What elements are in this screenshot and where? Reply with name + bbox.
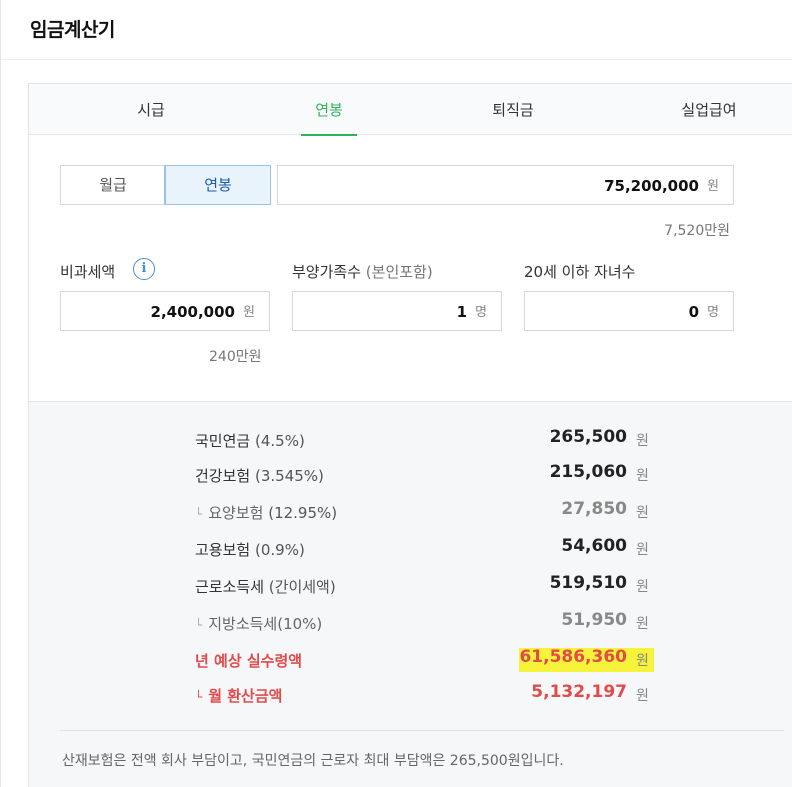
dependents-label: 부양가족수 (본인포함) xyxy=(292,261,433,282)
label-text: 요양보험 xyxy=(208,504,264,522)
nontax-note: 240만원 xyxy=(209,349,262,365)
result-unit: 원 xyxy=(636,688,649,704)
sub-item-corner-icon: └ xyxy=(195,507,203,521)
yearly-option[interactable]: 연봉 xyxy=(164,165,271,205)
nontax-label: 비과세액 xyxy=(60,261,115,282)
tab-annual[interactable]: 연봉 xyxy=(301,84,357,136)
result-unit: 원 xyxy=(636,653,649,669)
salary-unit: 원 xyxy=(707,179,719,194)
label-text: 월 환산금액 xyxy=(208,687,283,705)
dependents-unit: 명 xyxy=(475,305,487,320)
nontax-unit: 원 xyxy=(243,305,255,320)
result-row-longterm-care: └ 요양보험 (12.95%) 27,850 원 xyxy=(29,497,792,527)
result-label: 국민연금 (4.5%) xyxy=(195,430,305,451)
calculator-card: 시급 연봉 퇴직금 실업급여 월급 연봉 75,200,000 원 7,520만… xyxy=(28,83,792,787)
frame-border xyxy=(0,0,1,60)
children-label: 20세 이하 자녀수 xyxy=(524,261,635,282)
salary-value: 75,200,000 xyxy=(604,177,699,195)
result-label: └ 지방소득세(10%) xyxy=(195,613,322,634)
dependents-value: 1 xyxy=(456,303,467,321)
info-icon[interactable]: i xyxy=(133,258,155,280)
tab-unemployment[interactable]: 실업급여 xyxy=(634,84,784,135)
result-unit: 원 xyxy=(636,505,649,521)
result-row-income-tax: 근로소득세 (간이세액) 519,510 원 xyxy=(29,571,792,601)
result-value: 5,132,197 xyxy=(531,682,627,702)
children-input[interactable]: 0 명 xyxy=(524,291,734,331)
label-text: 고용보험 xyxy=(195,541,251,559)
result-unit: 원 xyxy=(636,542,649,558)
tab-severance[interactable]: 퇴직금 xyxy=(453,84,573,135)
result-value: 51,950 xyxy=(561,610,627,630)
result-value: 265,500 xyxy=(549,427,627,447)
result-value: 61,586,360 xyxy=(519,647,627,667)
children-value: 0 xyxy=(688,303,699,321)
children-unit: 명 xyxy=(707,305,719,320)
result-label: 건강보험 (3.545%) xyxy=(195,465,324,486)
sub-item-corner-icon: └ xyxy=(195,690,203,704)
rate-text: (간이세액) xyxy=(268,578,336,596)
result-label: 고용보험 (0.9%) xyxy=(195,539,305,560)
result-unit: 원 xyxy=(636,468,649,484)
monthly-option[interactable]: 월급 xyxy=(61,166,165,204)
rate-text: (12.95%) xyxy=(268,504,338,522)
label-text: 지방소득세(10%) xyxy=(208,615,323,633)
label-text: 건강보험 xyxy=(195,467,251,485)
footnote-divider xyxy=(60,730,784,731)
footnote-text: 산재보험은 전액 회사 부담이고, 국민연금의 근로자 최대 부담액은 265,… xyxy=(62,753,564,769)
result-row-national-pension: 국민연금 (4.5%) 265,500 원 xyxy=(29,425,792,455)
dependents-input[interactable]: 1 명 xyxy=(292,291,502,331)
nontax-label-text: 비과세액 xyxy=(60,263,116,281)
result-value: 215,060 xyxy=(549,462,627,482)
rate-text: (0.9%) xyxy=(254,541,305,559)
result-row-local-tax: └ 지방소득세(10%) 51,950 원 xyxy=(29,608,792,638)
salary-type-toggle: 월급 연봉 xyxy=(60,165,271,205)
result-label: └ 요양보험 (12.95%) xyxy=(195,502,337,523)
result-value: 54,600 xyxy=(561,536,627,556)
result-unit: 원 xyxy=(636,433,649,449)
result-row-monthly-net: └ 월 환산금액 5,132,197 원 xyxy=(29,680,792,710)
salary-note: 7,520만원 xyxy=(664,223,730,239)
result-row-health-insurance: 건강보험 (3.545%) 215,060 원 xyxy=(29,460,792,490)
result-label: └ 월 환산금액 xyxy=(195,685,282,706)
result-label: 근로소득세 (간이세액) xyxy=(195,576,336,597)
dependents-label-text: 부양가족수 xyxy=(292,263,362,281)
nontax-input[interactable]: 2,400,000 원 xyxy=(60,291,270,331)
page-title: 임금계산기 xyxy=(30,19,115,41)
result-unit: 원 xyxy=(636,616,649,632)
tab-hourly[interactable]: 시급 xyxy=(91,84,211,135)
result-value: 27,850 xyxy=(561,499,627,519)
label-text: 근로소득세 xyxy=(195,578,265,596)
rate-text: (3.545%) xyxy=(254,467,324,485)
result-row-employment-insurance: 고용보험 (0.9%) 54,600 원 xyxy=(29,534,792,564)
label-text: 국민연금 xyxy=(195,432,251,450)
tab-bar: 시급 연봉 퇴직금 실업급여 xyxy=(29,84,792,136)
nontax-value: 2,400,000 xyxy=(150,303,235,321)
result-unit: 원 xyxy=(636,579,649,595)
sub-item-corner-icon: └ xyxy=(195,618,203,632)
result-row-annual-net: 년 예상 실수령액 61,586,360 원 xyxy=(29,645,792,675)
children-label-text: 20세 이하 자녀수 xyxy=(524,263,636,281)
salary-input[interactable]: 75,200,000 원 xyxy=(277,165,734,205)
dependents-label-sub: (본인포함) xyxy=(365,263,433,281)
rate-text: (4.5%) xyxy=(254,432,305,450)
result-label: 년 예상 실수령액 xyxy=(195,652,303,670)
title-bar: 임금계산기 xyxy=(0,0,792,60)
result-value: 519,510 xyxy=(549,573,627,593)
